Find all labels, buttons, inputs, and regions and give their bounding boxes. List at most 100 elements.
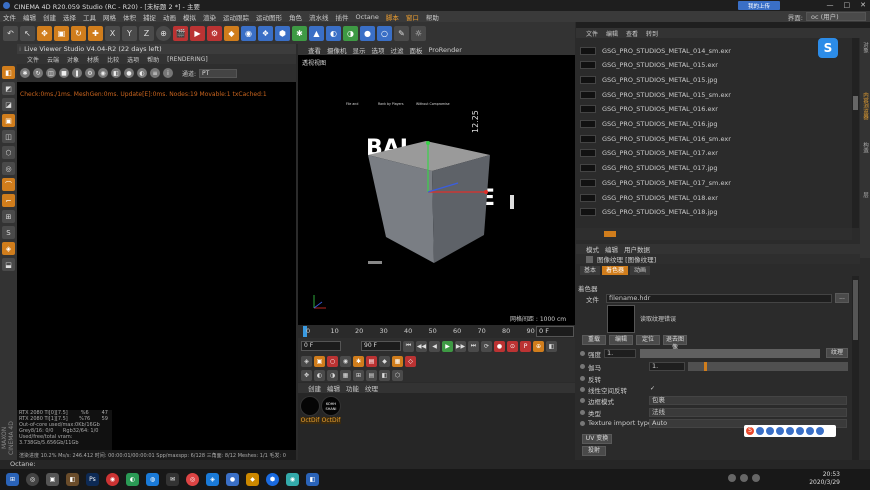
material-menu-item-2[interactable]: 功能 (346, 383, 359, 393)
ime-voice-icon[interactable] (786, 427, 794, 435)
left-tool-0[interactable]: ◧ (2, 66, 15, 79)
transport-button-5[interactable]: ⏭ (468, 340, 479, 352)
attribute-tab-1[interactable]: 着色器 (602, 266, 629, 275)
anim-tool-2[interactable]: ○ (327, 355, 338, 367)
toolbar-button-5[interactable]: ✚ (88, 25, 103, 41)
thumbnail-size-slider[interactable] (576, 228, 852, 240)
anim-tool-5[interactable]: ▤ (366, 355, 377, 367)
transport-button-2[interactable]: ◀ (429, 340, 440, 352)
taskbar-app-2[interactable]: ▣ (46, 473, 59, 486)
left-tool-5[interactable]: ⬡ (2, 146, 15, 159)
material-menu-item-3[interactable]: 纹理 (365, 383, 378, 393)
property-dot[interactable] (580, 398, 585, 403)
toolbar-button-3[interactable]: ▣ (54, 25, 69, 41)
toolbar-button-6[interactable]: X (105, 25, 120, 41)
toolbar-button-24[interactable]: ☼ (411, 25, 426, 41)
toolbar-button-15[interactable]: ❖ (258, 25, 273, 41)
menu-item-7[interactable]: 捕捉 (143, 12, 156, 22)
projection-button[interactable]: 投射 (582, 446, 606, 456)
menu-item-11[interactable]: 运动跟踪 (223, 12, 249, 22)
interface-dropdown[interactable]: oc (用户) (806, 12, 866, 21)
toolbar-button-4[interactable]: ↻ (71, 25, 86, 41)
minimize-button[interactable]: — (827, 1, 834, 9)
toolbar-button-0[interactable]: ↶ (3, 25, 18, 41)
settings-gear-icon[interactable]: ✱ (20, 68, 30, 78)
attribute-tab-2[interactable]: 动画 (630, 266, 651, 275)
toolbar-button-23[interactable]: ✎ (394, 25, 409, 41)
menu-item-12[interactable]: 运动图形 (256, 12, 282, 22)
slider-knob[interactable] (704, 362, 707, 371)
pause-icon[interactable]: ❚ (72, 68, 82, 78)
file-row[interactable]: GSG_PRO_STUDIOS_METAL_015_sm.exr (580, 88, 848, 101)
transport-button-7[interactable]: ● (494, 340, 505, 352)
ime-skin-icon[interactable] (806, 427, 814, 435)
lv-menu-item-0[interactable]: 文件 (27, 55, 39, 64)
lv-menu-item-3[interactable]: 材质 (87, 55, 99, 64)
lv-menu-item-4[interactable]: 比较 (107, 55, 119, 64)
left-tool-10[interactable]: S (2, 226, 15, 239)
anim-tool-3[interactable]: ◉ (340, 355, 351, 367)
property-dot[interactable] (580, 376, 585, 381)
menu-item-4[interactable]: 工具 (83, 12, 96, 22)
menu-item-0[interactable]: 文件 (3, 12, 16, 22)
left-tool-11[interactable]: ◈ (2, 242, 15, 255)
taskbar-app-3[interactable]: ◧ (66, 473, 79, 486)
current-frame-field[interactable]: 0 F (536, 326, 574, 337)
anim-tool-7[interactable]: ▦ (392, 355, 403, 367)
toolbar-button-19[interactable]: ◐ (326, 25, 341, 41)
right-tab-3[interactable]: 层 (861, 192, 869, 198)
start-frame-field[interactable]: 0 F (301, 341, 341, 351)
lv-menu-item-6[interactable]: 帮助 (147, 55, 159, 64)
ime-mode-icon[interactable] (756, 427, 764, 435)
file-row[interactable]: GSG_PRO_STUDIOS_METAL_017.exr (580, 147, 848, 160)
right-tab-2[interactable]: 构造 (861, 142, 869, 153)
sogou-ime-icon[interactable]: S (746, 427, 754, 435)
lock-icon[interactable]: ◫ (46, 68, 56, 78)
taskbar-app-5[interactable]: ◉ (106, 473, 119, 486)
anim-tool2-2[interactable]: ◑ (327, 369, 338, 381)
file-row[interactable]: GSG_PRO_STUDIOS_METAL_014_sm.exr (580, 44, 848, 57)
tray-ime-icon[interactable] (752, 474, 760, 482)
lv-menu-item-2[interactable]: 对象 (67, 55, 79, 64)
transport-button-9[interactable]: P (520, 340, 531, 352)
file-row[interactable]: GSG_PRO_STUDIOS_METAL_017.jpg (580, 162, 848, 175)
menu-item-5[interactable]: 网格 (103, 12, 116, 22)
file-row[interactable]: GSG_PRO_STUDIOS_METAL_015.jpg (580, 73, 848, 86)
taskbar-app-0[interactable]: ⊞ (6, 473, 19, 486)
toolbar-button-14[interactable]: ◉ (241, 25, 256, 41)
taskbar-app-13[interactable]: ⬢ (266, 473, 279, 486)
toolbar-button-10[interactable]: 🎬 (173, 25, 188, 41)
property-slider[interactable] (640, 349, 820, 358)
uv-transform-button[interactable]: UV 变换 (582, 434, 612, 444)
transport-button-1[interactable]: ◀◀ (416, 340, 427, 352)
viewport-menu-item-2[interactable]: 显示 (353, 45, 366, 55)
left-tool-3[interactable]: ▣ (2, 114, 15, 127)
anim-tool-8[interactable]: ◇ (405, 355, 416, 367)
attribute-menu-item-1[interactable]: 编辑 (605, 244, 618, 254)
anim-tool2-5[interactable]: ▤ (366, 369, 377, 381)
file-row[interactable]: GSG_PRO_STUDIOS_METAL_015.exr (580, 59, 848, 72)
menu-item-16[interactable]: Octane (356, 13, 379, 21)
menu-item-3[interactable]: 选择 (63, 12, 76, 22)
material-item[interactable]: KOHH SHANI OctDif (321, 396, 341, 424)
taskbar-app-15[interactable]: ◧ (306, 473, 319, 486)
property-dot[interactable] (580, 410, 585, 415)
perspective-viewport[interactable]: File and Rank by Players Without Comprom… (298, 55, 575, 325)
menu-item-15[interactable]: 插件 (336, 12, 349, 22)
viewport-menu-item-1[interactable]: 摄像机 (327, 45, 347, 55)
ime-toolbar[interactable]: S (744, 425, 836, 437)
left-tool-7[interactable]: ⌒ (2, 178, 15, 191)
taskbar-app-8[interactable]: ✉ (166, 473, 179, 486)
anim-tool-0[interactable]: ◈ (301, 355, 312, 367)
menu-item-9[interactable]: 模拟 (183, 12, 196, 22)
attribute-scrollbar[interactable] (852, 276, 859, 460)
property-dot[interactable] (580, 387, 585, 392)
property-checkbox[interactable]: ✓ (650, 385, 658, 393)
anim-tool-6[interactable]: ◆ (379, 355, 390, 367)
taskbar-app-6[interactable]: ◐ (126, 473, 139, 486)
channel-dropdown[interactable]: PT (199, 68, 238, 78)
taskbar-app-4[interactable]: Ps (86, 473, 99, 486)
taskbar-app-1[interactable]: ◎ (26, 473, 39, 486)
file-row[interactable]: GSG_PRO_STUDIOS_METAL_016_sm.exr (580, 132, 848, 145)
anim-tool2-3[interactable]: ▦ (340, 369, 351, 381)
